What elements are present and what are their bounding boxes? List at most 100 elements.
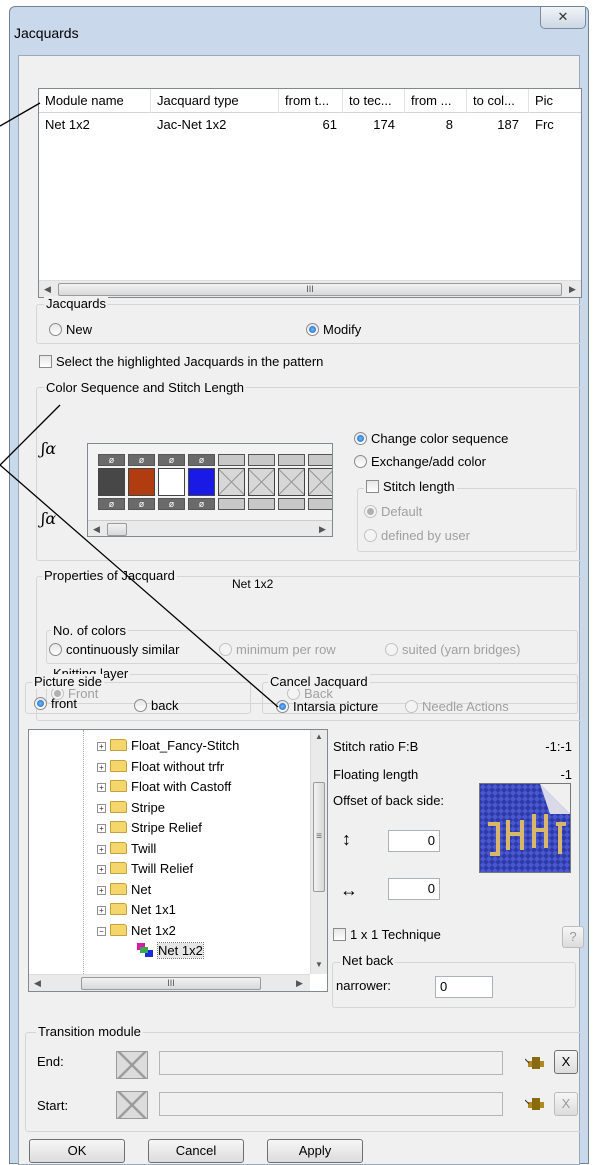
tree-node[interactable]: + Twill Relief (97, 859, 193, 879)
start-select-module-icon[interactable] (524, 1096, 547, 1112)
expand-icon[interactable]: + (97, 824, 106, 833)
column-from-technique[interactable]: from t... (279, 89, 343, 113)
scroll-right-icon[interactable]: ▶ (564, 281, 581, 297)
expand-icon[interactable]: + (97, 885, 106, 895)
expand-icon[interactable]: + (97, 803, 106, 813)
horizontal-offset-field[interactable]: 0 (388, 878, 440, 900)
stitch-length-checkbox[interactable]: Stitch length (364, 479, 457, 494)
exchange-color-radio-indicator[interactable] (354, 455, 367, 468)
color-symbol-top[interactable] (218, 454, 245, 466)
expand-icon[interactable]: + (97, 844, 106, 854)
tree-node[interactable]: − Net 1x2 (97, 921, 176, 941)
color-symbol-bottom[interactable] (248, 498, 275, 510)
color-symbol-top[interactable]: ø (98, 454, 125, 466)
tree-node[interactable]: + Float without trfr (97, 757, 224, 777)
change-color-sequence-radio[interactable]: Change color sequence (354, 431, 508, 446)
column-module-name[interactable]: Module name (39, 89, 151, 113)
tree-node[interactable]: + Stripe Relief (97, 818, 202, 838)
color-symbol-top[interactable] (248, 454, 275, 466)
default-radio-indicator[interactable] (364, 505, 377, 518)
intarsia-picture-indicator[interactable] (276, 700, 289, 713)
column-from-color[interactable]: from ... (405, 89, 467, 113)
expand-icon[interactable]: + (97, 783, 106, 792)
color-swatch[interactable] (308, 468, 332, 496)
minimum-per-row-indicator[interactable] (219, 643, 232, 656)
color-symbol-bottom[interactable] (308, 498, 332, 510)
module-tree[interactable]: + Float_Fancy-Stitch + Float without trfr + F… (28, 729, 328, 992)
end-color-swatch[interactable] (116, 1051, 148, 1079)
color-symbol-bottom[interactable]: ø (98, 498, 125, 510)
vertical-offset-field[interactable]: 0 (388, 830, 440, 852)
color-symbol-bottom[interactable]: ø (158, 498, 185, 510)
picture-front-indicator[interactable] (34, 697, 47, 710)
defined-by-user-radio[interactable]: defined by user (364, 528, 470, 543)
module-list-hscroll[interactable]: ◀ III ▶ (39, 280, 581, 297)
start-color-swatch[interactable] (116, 1091, 148, 1119)
modify-radio-indicator[interactable] (306, 323, 319, 336)
expand-icon[interactable]: + (97, 762, 106, 772)
cancel-button[interactable]: Cancel (148, 1139, 244, 1163)
picture-back-radio[interactable]: back (134, 698, 178, 713)
continuously-similar-radio[interactable]: continuously similar (49, 642, 179, 657)
color-swatch[interactable] (278, 468, 305, 496)
tree-node[interactable]: + Float with Castoff (97, 777, 231, 797)
color-symbol-bottom[interactable] (218, 498, 245, 510)
expand-icon[interactable]: + (97, 865, 106, 874)
column-jacquard-type[interactable]: Jacquard type (151, 89, 279, 113)
column-to-color[interactable]: to col... (467, 89, 529, 113)
tree-hscroll[interactable]: ◀ III ▶ (29, 974, 310, 991)
scroll-thumb[interactable]: ≡ (313, 782, 325, 892)
tree-node[interactable]: + Float_Fancy-Stitch (97, 736, 239, 756)
tree-vscroll[interactable]: ▲ ≡ ▼ (310, 730, 327, 974)
color-symbol-top[interactable] (278, 454, 305, 466)
color-symbol-top[interactable]: ø (158, 454, 185, 466)
select-highlighted-checkbox[interactable]: Select the highlighted Jacquards in the … (39, 354, 323, 369)
column-to-technique[interactable]: to tec... (343, 89, 405, 113)
module-list[interactable]: Module name Jacquard type from t... to t… (38, 88, 582, 298)
color-symbol-bottom[interactable]: ø (128, 498, 155, 510)
color-symbol-top[interactable]: ø (128, 454, 155, 466)
start-module-field[interactable] (159, 1092, 503, 1116)
technique-box[interactable] (333, 928, 346, 941)
exchange-add-color-radio[interactable]: Exchange/add color (354, 454, 486, 469)
scroll-thumb[interactable]: III (58, 283, 562, 296)
scroll-thumb[interactable]: III (81, 977, 261, 990)
help-button[interactable]: ? (562, 926, 584, 948)
narrower-field[interactable]: 0 (435, 976, 493, 998)
color-symbol-bottom[interactable]: ø (188, 498, 215, 510)
color-symbol-top[interactable] (308, 454, 332, 466)
default-radio[interactable]: Default (364, 504, 422, 519)
intarsia-picture-radio[interactable]: Intarsia picture (276, 699, 378, 714)
new-radio[interactable]: New (49, 322, 92, 337)
ok-button[interactable]: OK (29, 1139, 125, 1163)
picture-back-indicator[interactable] (134, 699, 147, 712)
defined-by-user-radio-indicator[interactable] (364, 529, 377, 542)
scroll-left-icon[interactable]: ◀ (88, 521, 105, 536)
picture-front-radio[interactable]: front (34, 696, 77, 711)
tree-node[interactable]: + Net 1x1 (97, 900, 176, 920)
expand-icon[interactable]: + (97, 742, 106, 751)
scroll-down-icon[interactable]: ▼ (315, 960, 323, 969)
needle-actions-indicator[interactable] (405, 700, 418, 713)
color-swatch[interactable] (248, 468, 275, 496)
color-swatch[interactable] (98, 468, 125, 496)
end-module-field[interactable] (159, 1051, 503, 1075)
suited-yarn-bridges-indicator[interactable] (385, 643, 398, 656)
color-symbol-bottom[interactable] (278, 498, 305, 510)
tree-leaf-selected[interactable]: Net 1x2 (137, 941, 204, 961)
scroll-left-icon[interactable]: ◀ (29, 975, 46, 991)
change-color-radio-indicator[interactable] (354, 432, 367, 445)
tree-node[interactable]: + Net (97, 880, 151, 900)
color-symbol-top[interactable]: ø (188, 454, 215, 466)
start-clear-button[interactable]: X (554, 1092, 578, 1116)
color-swatch[interactable] (158, 468, 185, 496)
end-clear-button[interactable]: X (554, 1050, 578, 1074)
end-select-module-icon[interactable] (524, 1055, 547, 1071)
select-highlighted-box[interactable] (39, 355, 52, 368)
tree-node[interactable]: + Twill (97, 839, 156, 859)
color-swatch[interactable] (188, 468, 215, 496)
color-sequence-grid[interactable]: øøøøøøøø ◀ ▶ (87, 443, 333, 537)
continuously-similar-indicator[interactable] (49, 643, 62, 656)
scroll-up-icon[interactable]: ▲ (315, 732, 323, 741)
collapse-icon[interactable]: − (97, 926, 106, 936)
